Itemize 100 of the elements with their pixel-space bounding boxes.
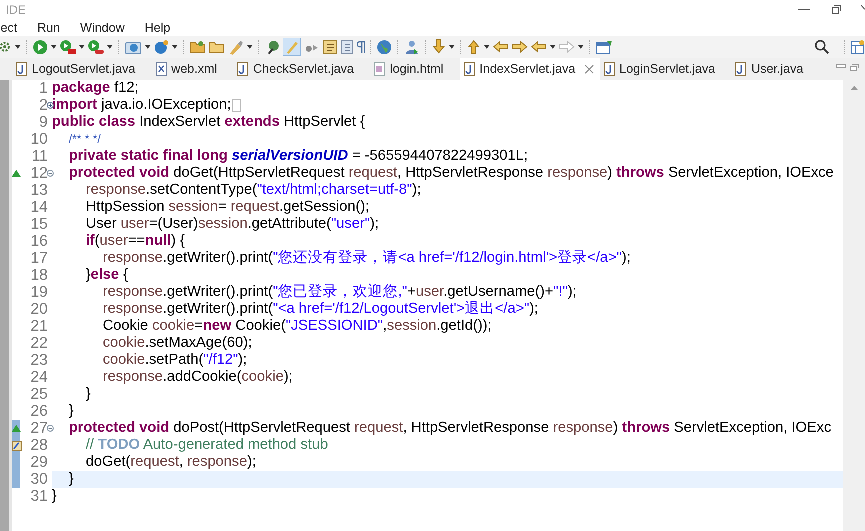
caret-icon[interactable] <box>145 45 151 49</box>
java-file-icon <box>604 62 615 76</box>
folder-icon[interactable] <box>209 40 225 54</box>
code-line: if(user==null) { <box>85 233 185 250</box>
code-line: response.addCookie(cookie); <box>102 369 293 386</box>
arrow-up-icon[interactable] <box>467 39 481 55</box>
arrow-down-icon[interactable] <box>432 39 446 55</box>
line-number: 16 <box>30 233 49 250</box>
document-icon[interactable] <box>323 40 338 54</box>
window-icon[interactable] <box>596 40 613 54</box>
menu-item[interactable]: Help <box>144 20 171 34</box>
collapse-icon[interactable] <box>47 170 54 177</box>
caret-icon[interactable] <box>550 45 556 49</box>
menu-item[interactable]: Window <box>80 20 125 34</box>
line-number: 18 <box>30 267 49 284</box>
line-number: 14 <box>30 199 49 216</box>
caret-icon[interactable] <box>578 45 584 49</box>
caret-icon[interactable] <box>172 45 178 49</box>
folder-icon[interactable] <box>190 40 206 54</box>
line-number: 26 <box>30 403 49 420</box>
code-line: }else { <box>85 267 128 284</box>
line-number: 24 <box>30 369 49 386</box>
line-number: 12 <box>30 165 49 182</box>
line-number: 1 <box>39 80 49 97</box>
code-line: private static final long serialVersionUID = -565594407822499301L; <box>68 148 528 165</box>
collapse-icon[interactable] <box>47 425 54 432</box>
menu-item[interactable]: ject <box>0 20 18 34</box>
document-icon[interactable] <box>341 40 354 54</box>
pilcrow-icon[interactable] <box>357 41 365 53</box>
code-line: package f12; <box>52 80 139 97</box>
arrow-right-icon[interactable] <box>512 40 528 54</box>
editor-tab[interactable]: CheckServlet.java <box>233 58 370 80</box>
minimize-icon[interactable] <box>798 9 810 11</box>
line-number: 13 <box>30 182 49 199</box>
code-line: response.getWriter().print("<a href='/f12/LogoutServlet'>退出</a>"); <box>102 301 538 318</box>
user-icon[interactable] <box>404 40 420 54</box>
code-line: cookie.setMaxAge(60); <box>102 335 252 352</box>
line-number: 31 <box>30 488 49 505</box>
code-line: response.getWriter().print("您已登录，欢迎您,"+user.getUsername()+"!"); <box>102 284 577 301</box>
java-file-icon <box>735 62 746 76</box>
expand-icon[interactable] <box>47 102 54 109</box>
window-title: IDE <box>6 3 26 17</box>
line-number: 22 <box>30 335 49 352</box>
line-number: 17 <box>30 250 49 267</box>
line-number: 21 <box>30 318 49 335</box>
editor-tab[interactable]: LogoutServlet.java <box>12 58 152 80</box>
arrow-left-icon[interactable] <box>493 40 509 54</box>
code-line: User user=(User)session.getAttribute("user"); <box>85 216 380 233</box>
line-number: 20 <box>30 301 49 318</box>
editor-tab[interactable]: User.java <box>731 58 820 80</box>
code-line: protected void doPost(HttpServletRequest request, HttpServletResponse response) throws ServletException, IOExc <box>68 420 832 437</box>
caret-icon[interactable] <box>247 45 253 49</box>
editor-tab[interactable]: login.html <box>370 58 460 80</box>
java-file-icon <box>464 62 475 76</box>
code-line: public class IndexServlet extends HttpServlet { <box>52 114 366 131</box>
code-line: Cookie cookie=new Cookie("JSESSIONID",session.getId()); <box>102 318 492 335</box>
html-file-icon <box>374 62 386 76</box>
code-line: // TODO Auto-generated method stub <box>85 437 328 454</box>
search-icon[interactable] <box>815 40 829 54</box>
code-line: doGet(request, response); <box>85 454 256 471</box>
caret-icon[interactable] <box>449 45 455 49</box>
editor-tab[interactable]: IndexServlet.java <box>460 58 600 80</box>
line-number: 25 <box>30 386 49 403</box>
line-number: 15 <box>30 216 49 233</box>
line-number: 10 <box>30 131 49 148</box>
xml-file-icon <box>156 62 167 76</box>
line-number: 19 <box>30 284 49 301</box>
line-number: 11 <box>32 148 49 165</box>
code-line: cookie.setPath("/f12"); <box>102 352 248 369</box>
restore-icon[interactable] <box>830 4 841 16</box>
caret-icon[interactable] <box>484 45 490 49</box>
caret-icon[interactable] <box>79 45 85 49</box>
line-number: 23 <box>30 352 49 369</box>
line-number: 9 <box>39 114 49 131</box>
caret-icon[interactable] <box>51 45 57 49</box>
line-number: 30 <box>30 471 49 488</box>
code-line: HttpSession session= request.getSession(); <box>85 199 370 216</box>
code-line: protected void doGet(HttpServletRequest request, HttpServletResponse response) throws ServletException, IOExce <box>68 165 834 182</box>
maximize-icon[interactable] <box>850 64 859 71</box>
perspective-icon[interactable] <box>851 40 865 54</box>
code-line: import java.io.IOException; <box>52 97 232 114</box>
gear-icon[interactable] <box>0 40 12 54</box>
code-line: } <box>68 471 74 488</box>
editor-tab[interactable]: web.xml <box>152 58 234 80</box>
play-icon[interactable] <box>60 40 76 54</box>
line-number: 28 <box>30 437 49 454</box>
menu-item[interactable]: Run <box>37 20 60 34</box>
play-icon[interactable] <box>88 40 104 54</box>
code-line: response.setContentType("text/html;charset=utf-8"); <box>85 182 422 199</box>
editor-tab[interactable]: LoginServlet.java <box>600 58 732 80</box>
line-number: 29 <box>30 454 49 471</box>
scroll-up-icon[interactable] <box>850 86 858 90</box>
code-line: } <box>52 488 57 505</box>
code-line: /** * */ <box>68 131 102 148</box>
java-file-icon <box>237 62 248 76</box>
code-line: response.getWriter().print("您还没有登录，请<a href='/f12/login.html'>登录</a>"); <box>102 250 631 267</box>
back-icon[interactable] <box>531 40 547 54</box>
caret-icon[interactable] <box>107 45 113 49</box>
code-line: } <box>68 403 74 420</box>
caret-icon[interactable] <box>15 45 21 49</box>
